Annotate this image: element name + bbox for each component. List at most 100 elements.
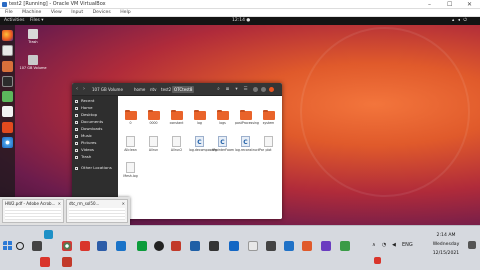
sidebar-item-desktop[interactable]: Desktop <box>75 112 97 118</box>
software-icon[interactable] <box>2 61 13 72</box>
tray-chevron-icon[interactable]: ∧ <box>372 243 376 248</box>
file-item[interactable]: log <box>189 109 210 126</box>
desktop-volume[interactable]: 107 GB Volume <box>18 55 48 70</box>
file-item[interactable]: Allclean <box>120 136 141 153</box>
network-icon[interactable]: ◔ <box>382 243 386 248</box>
sidebar-item-home[interactable]: Home <box>75 105 93 111</box>
window-close-icon[interactable] <box>269 87 274 92</box>
windows-start-icon[interactable] <box>3 241 13 251</box>
close-button[interactable]: ✕ <box>467 0 472 9</box>
windows-clock[interactable]: 2:14 AM Wednesday 12/15/2021 <box>428 231 464 258</box>
sidebar-item-trash[interactable]: Trash <box>75 154 91 160</box>
file-item[interactable]: Mesh.log <box>120 162 141 179</box>
virtualbox-taskbar-icon[interactable] <box>190 241 200 251</box>
sidebar-item-recent[interactable]: Recent <box>75 98 94 104</box>
media-icon[interactable] <box>154 241 164 251</box>
menu-input[interactable]: Input <box>71 10 83 15</box>
acrobat-icon[interactable] <box>80 241 90 251</box>
outlook-icon[interactable] <box>116 241 126 251</box>
file-item[interactable]: 0 <box>120 109 141 126</box>
sidebar-item-pictures[interactable]: Pictures <box>75 140 96 146</box>
sort-menu-icon[interactable]: ▾ <box>233 86 240 93</box>
crumb-current[interactable]: OTCtest8 <box>172 86 195 93</box>
chrome-icon[interactable] <box>2 137 13 148</box>
window-minimize-icon[interactable] <box>253 87 258 92</box>
app-icon[interactable] <box>340 241 350 251</box>
ime-indicator[interactable]: ENG <box>402 243 413 248</box>
edge-icon[interactable] <box>44 230 53 239</box>
search-icon[interactable] <box>16 242 24 250</box>
maximize-button[interactable]: ☐ <box>447 0 452 9</box>
file-item[interactable]: 0000 <box>143 109 164 126</box>
app-icon[interactable] <box>302 241 312 251</box>
crumb-home[interactable]: home <box>132 86 147 93</box>
pinned-acrobat-icon[interactable] <box>40 257 50 267</box>
system-menu-icon[interactable]: ▴ ◂ ⏻ <box>452 17 468 25</box>
sidebar-item-videos[interactable]: Videos <box>75 147 94 153</box>
menu-view[interactable]: View <box>51 10 62 15</box>
crumb-ntv[interactable]: ntv <box>148 86 158 93</box>
help-icon[interactable] <box>2 122 13 133</box>
chrome-icon[interactable] <box>62 241 72 251</box>
libreoffice-calc-icon[interactable] <box>2 91 13 102</box>
thumbnail-document[interactable]: dtc_rm_sol50... ✕ <box>66 199 128 223</box>
folder-icon <box>262 109 275 120</box>
forward-button[interactable]: › <box>83 87 85 92</box>
menu-file[interactable]: File <box>5 10 13 15</box>
window-maximize-icon[interactable] <box>261 87 266 92</box>
search-icon[interactable]: ⌕ <box>215 86 222 93</box>
terminal-icon[interactable] <box>2 76 13 87</box>
menu-help[interactable]: Help <box>120 10 130 15</box>
thumbnail-close-icon[interactable]: ✕ <box>122 200 125 207</box>
file-item[interactable]: Clog.reconstructPar <box>235 136 264 153</box>
file-item[interactable]: system <box>258 109 279 126</box>
thumbnail-close-icon[interactable]: ✕ <box>58 200 61 207</box>
sidebar-item-music[interactable]: Music <box>75 133 92 139</box>
menu-devices[interactable]: Devices <box>93 10 111 15</box>
file-item[interactable]: Clog.interFoam <box>212 136 234 153</box>
notifications-icon[interactable] <box>468 241 476 249</box>
word-icon[interactable] <box>97 241 107 251</box>
notepad-icon[interactable] <box>248 241 258 251</box>
hamburger-menu-icon[interactable]: ☰ <box>242 86 249 93</box>
back-button[interactable]: ‹ <box>76 87 78 92</box>
desktop-trash[interactable]: Trash <box>18 29 48 44</box>
sidebar-label: Pictures <box>81 140 97 145</box>
folder-taskbar-icon[interactable] <box>284 241 294 251</box>
thumbnail-acrobat[interactable]: HW2.pdf - Adobe Acrob... ✕ <box>2 199 64 223</box>
sidebar-item-downloads[interactable]: Downloads <box>75 126 102 132</box>
files-headerbar: ‹ › 107 GB Volume home ntv test2 OTCtest… <box>72 83 282 96</box>
desktop-volume-label: 107 GB Volume <box>19 66 47 70</box>
app-icon[interactable] <box>321 241 331 251</box>
file-item[interactable]: Clog.decomposePar <box>189 136 218 153</box>
excel-icon[interactable] <box>137 241 147 251</box>
file-item[interactable]: logs <box>212 109 233 126</box>
task-view-icon[interactable] <box>32 241 42 251</box>
file-item[interactable]: plot <box>258 136 279 153</box>
menu-machine[interactable]: Machine <box>22 10 41 15</box>
volume-icon[interactable]: ◀ <box>392 243 396 248</box>
file-item[interactable]: Allrun2 <box>166 136 187 153</box>
tray-app-icon[interactable] <box>374 257 381 264</box>
file-item[interactable]: postProcessing <box>235 109 259 126</box>
sidebar-item-other-locations[interactable]: Other Locations <box>75 165 112 171</box>
firefox-icon[interactable] <box>2 30 13 41</box>
app-icon[interactable] <box>229 241 239 251</box>
files-app-menu[interactable]: Files ▾ <box>30 17 44 25</box>
file-item[interactable]: constant <box>166 109 187 126</box>
file-name: plot <box>265 148 272 152</box>
app-icon[interactable] <box>266 241 276 251</box>
file-item[interactable]: Allrun <box>143 136 164 153</box>
terminal-taskbar-icon[interactable] <box>209 241 219 251</box>
view-list-icon[interactable]: ≣ <box>224 86 231 93</box>
sidebar-item-documents[interactable]: Documents <box>75 119 103 125</box>
crumb-volume[interactable]: 107 GB Volume <box>90 86 125 93</box>
file-name: Allclean <box>124 148 137 152</box>
activities-button[interactable]: Activities <box>4 17 25 25</box>
powerpoint-icon[interactable] <box>171 241 181 251</box>
files-icon[interactable] <box>2 45 13 56</box>
minimize-button[interactable]: – <box>428 0 431 9</box>
gnome-clock[interactable]: 12:14 ● <box>232 17 250 25</box>
pinned-app-icon[interactable] <box>62 257 72 267</box>
text-editor-icon[interactable] <box>2 106 13 117</box>
